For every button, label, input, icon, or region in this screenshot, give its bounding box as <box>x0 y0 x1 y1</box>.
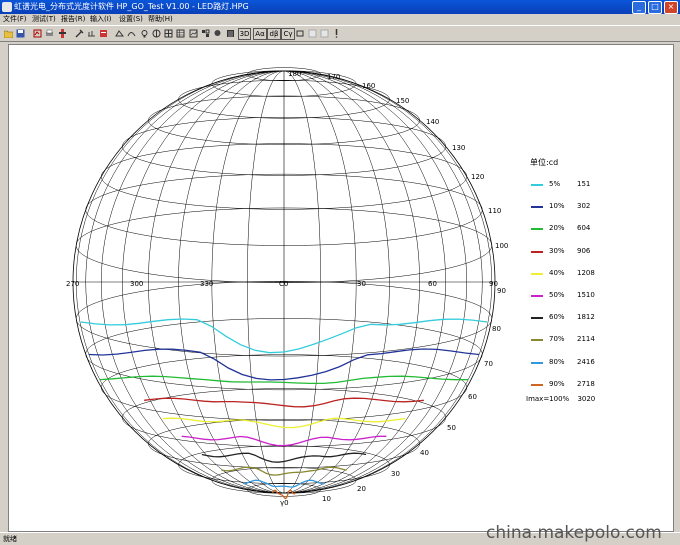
top-angle-label: 90 <box>497 287 506 295</box>
right-angle-label: 10 <box>322 495 331 503</box>
legend-item: 20% 604 <box>531 224 601 234</box>
legend-swatch <box>531 361 543 364</box>
top-angle-label: 150 <box>396 97 409 105</box>
top-angle-label: 160 <box>362 82 375 90</box>
top-angle-label: 110 <box>488 207 501 215</box>
legend-swatch <box>531 228 543 231</box>
legend-item: 50% 1510 <box>531 291 601 301</box>
legend-item: 5% 151 <box>531 180 601 190</box>
right-angle-label: 70 <box>484 360 493 368</box>
top-angle-label: 170 <box>327 73 340 81</box>
legend-percent: 40% <box>549 268 565 277</box>
legend-imax: Imax=100% 3020 <box>526 395 595 403</box>
legend-swatch <box>531 339 543 342</box>
legend-percent: 50% <box>549 291 565 299</box>
legend-item: 90% 2718 <box>531 380 601 390</box>
legend-percent: 80% <box>549 357 565 366</box>
right-angle-label: 30 <box>391 470 400 478</box>
right-angle-label: 80 <box>492 325 501 333</box>
right-angle-label: 60 <box>468 393 477 401</box>
top-angle-label: 180 <box>288 70 301 78</box>
legend-percent: 10% <box>549 202 565 211</box>
legend-swatch <box>531 295 543 297</box>
legend-value: 2114 <box>577 335 595 344</box>
legend-item: 70% 2114 <box>531 335 601 345</box>
status-text: 就绪 <box>3 535 17 543</box>
imax-value: 3020 <box>577 395 596 403</box>
legend-swatch <box>531 317 543 320</box>
legend-percent: 90% <box>549 379 565 388</box>
top-angle-label: 140 <box>426 118 439 126</box>
legend-title: 单位:cd <box>530 158 559 167</box>
legend-value: 2718 <box>577 379 595 388</box>
top-angle-label: 120 <box>471 173 484 181</box>
meridian-label: 60 <box>428 280 437 288</box>
right-angle-label: 90 <box>489 280 498 288</box>
legend-swatch <box>531 184 543 186</box>
right-angle-label: 20 <box>357 485 366 493</box>
legend-percent: 20% <box>549 224 565 233</box>
legend-item: 60% 1812 <box>531 313 601 323</box>
legend-swatch <box>531 272 543 275</box>
legend-percent: 5% <box>549 180 561 188</box>
legend-value: 1812 <box>577 313 595 322</box>
legend-swatch <box>531 383 543 386</box>
legend-value: 302 <box>577 202 591 211</box>
meridian-label: 270 <box>66 280 79 288</box>
legend-item: 40% 1208 <box>531 269 601 279</box>
legend-value: 604 <box>577 224 591 233</box>
legend-value: 151 <box>577 180 591 188</box>
meridian-label: 330 <box>200 280 213 288</box>
gamma-zero-label: γ0 <box>280 499 289 507</box>
legend-percent: 70% <box>549 335 565 344</box>
legend-swatch <box>531 250 543 253</box>
legend-value: 1510 <box>577 291 595 299</box>
meridian-label: C0 <box>279 280 288 288</box>
imax-label: Imax=100% <box>526 395 570 403</box>
legend-value: 1208 <box>577 268 595 277</box>
meridian-label: 300 <box>130 280 143 288</box>
legend-item: 10% 302 <box>531 202 601 212</box>
legend-value: 2416 <box>577 357 595 366</box>
meridian-label: 30 <box>357 280 366 288</box>
legend-item: 80% 2416 <box>531 358 601 368</box>
right-angle-label: 50 <box>447 424 456 432</box>
watermark: china.makepolo.com <box>486 523 662 543</box>
top-angle-label: 100 <box>495 242 508 250</box>
legend-percent: 60% <box>549 313 565 322</box>
legend-item: 30% 906 <box>531 247 601 257</box>
legend-percent: 30% <box>549 246 565 255</box>
top-angle-label: 130 <box>452 144 465 152</box>
legend-swatch <box>531 206 543 209</box>
right-angle-label: 40 <box>420 449 429 457</box>
legend-value: 906 <box>577 246 591 255</box>
